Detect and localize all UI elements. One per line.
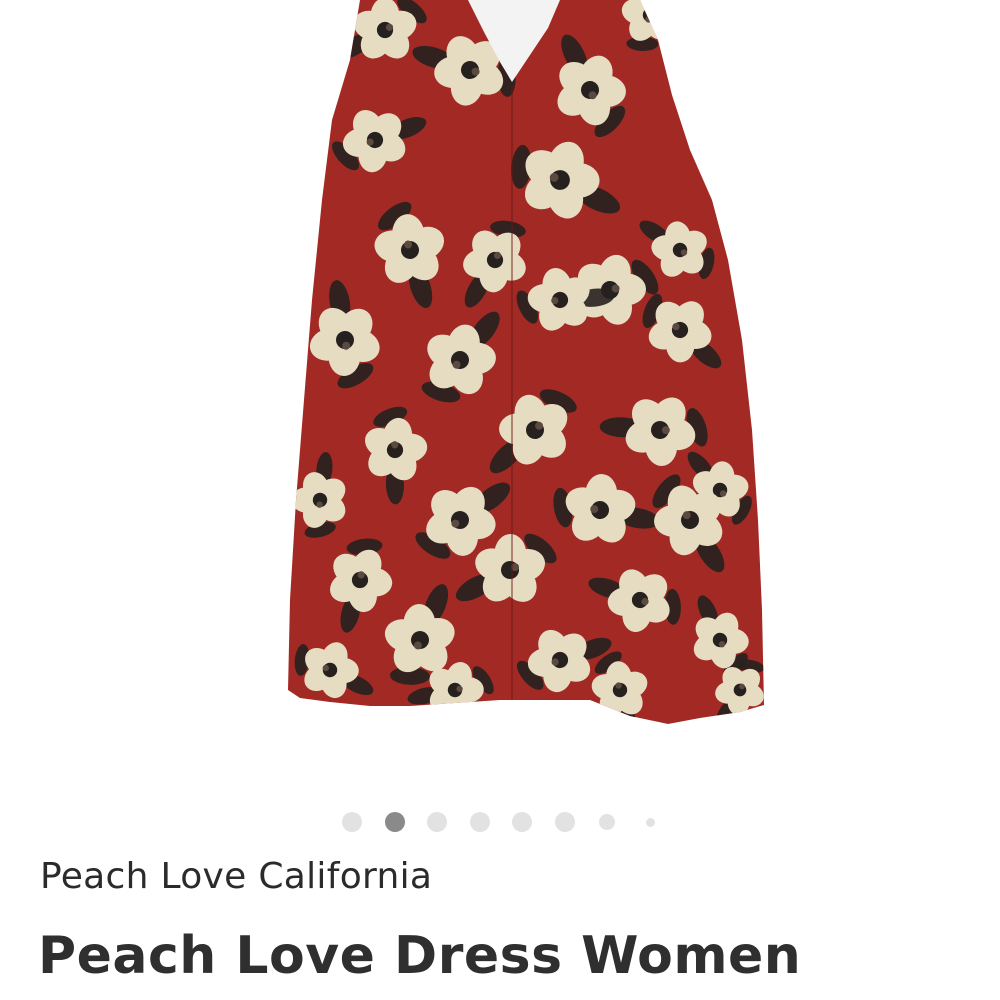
- product-image[interactable]: [0, 0, 1000, 790]
- carousel-dot[interactable]: [470, 812, 490, 832]
- product-page: Peach Love California Peach Love Dress W…: [0, 0, 1000, 1000]
- image-carousel-dots: [0, 810, 1000, 834]
- product-title: Peach Love Dress Women: [38, 926, 802, 986]
- dress-photo: [288, 0, 764, 724]
- carousel-dot[interactable]: [599, 814, 615, 830]
- carousel-dot[interactable]: [645, 817, 655, 827]
- carousel-dot[interactable]: [555, 812, 575, 832]
- carousel-dot[interactable]: [427, 812, 447, 832]
- carousel-dot[interactable]: [385, 812, 405, 832]
- carousel-dot[interactable]: [512, 812, 532, 832]
- carousel-dot[interactable]: [342, 812, 362, 832]
- brand-name[interactable]: Peach Love California: [40, 856, 432, 897]
